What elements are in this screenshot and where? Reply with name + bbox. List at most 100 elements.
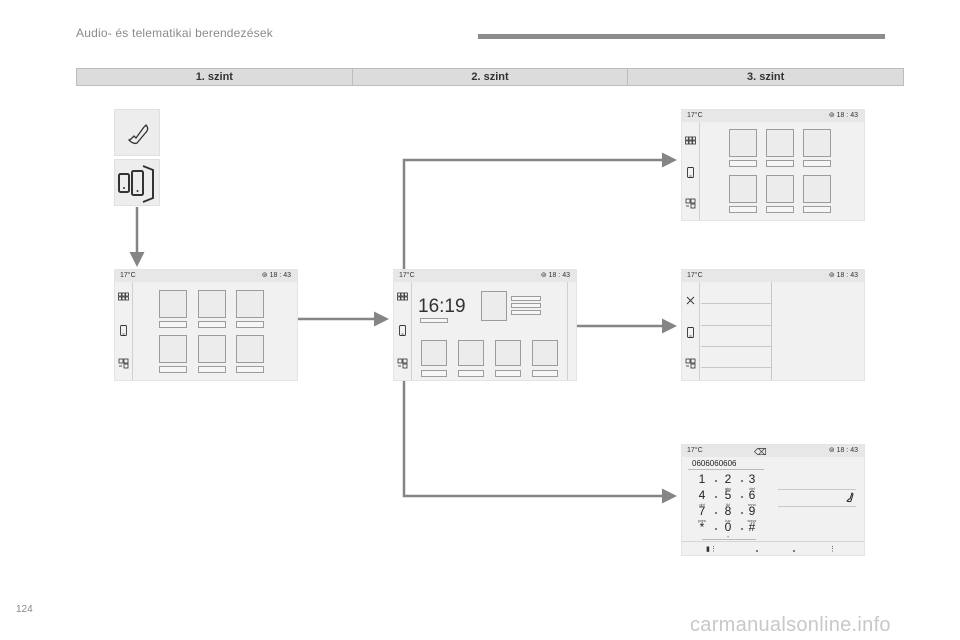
- tile[interactable]: [495, 340, 521, 366]
- sidebar: [115, 282, 133, 380]
- keypad-dot: [715, 480, 717, 482]
- keypad-key-9[interactable]: 9: [744, 504, 760, 518]
- sidebar: [682, 122, 700, 220]
- keypad-key-*[interactable]: *: [694, 520, 710, 534]
- tile[interactable]: [236, 335, 264, 363]
- widgets-icon[interactable]: [118, 358, 129, 369]
- keypad-key-5[interactable]: 5: [720, 488, 736, 502]
- widget-line: [511, 296, 541, 301]
- list-row[interactable]: [701, 367, 771, 368]
- clock-readout: ⊚ 18 : 43: [540, 272, 570, 279]
- tile-label: [803, 160, 831, 167]
- page-number: 124: [16, 604, 33, 615]
- apps-screen: 17°C ⊚ 18 : 43: [681, 109, 865, 221]
- widget-line: [511, 310, 541, 315]
- tile-label: [236, 321, 264, 328]
- keypad-key-1[interactable]: 1: [694, 472, 710, 486]
- temperature: 17°C: [687, 112, 703, 119]
- keypad-key-8[interactable]: 8: [720, 504, 736, 518]
- tile[interactable]: [236, 290, 264, 318]
- tile[interactable]: [159, 335, 187, 363]
- clock-readout: ⊚ 18 : 43: [828, 447, 858, 454]
- list-row[interactable]: [701, 325, 771, 326]
- keypad-dot: [741, 512, 743, 514]
- clock-widget: 16:19: [418, 296, 466, 317]
- apps-grid-icon[interactable]: [118, 292, 129, 303]
- backspace-icon[interactable]: ⌫: [754, 446, 767, 458]
- number-underline: [688, 469, 764, 470]
- smartphone-icon[interactable]: [685, 327, 696, 338]
- widgets-icon[interactable]: [685, 198, 696, 209]
- smartphone-icon[interactable]: [118, 325, 129, 336]
- close-icon[interactable]: [685, 295, 696, 306]
- list-row[interactable]: [701, 346, 771, 347]
- widget-line: [511, 303, 541, 308]
- tile[interactable]: [458, 340, 484, 366]
- clock-readout: ⊚ 18 : 43: [828, 272, 858, 279]
- keypad-key-3[interactable]: 3: [744, 472, 760, 486]
- tile-label: [458, 370, 484, 377]
- tile[interactable]: [421, 340, 447, 366]
- tile[interactable]: [198, 290, 226, 318]
- contact-row[interactable]: [778, 489, 856, 490]
- keypad-key-6[interactable]: 6: [744, 488, 760, 502]
- list-divider: [771, 282, 772, 380]
- tile[interactable]: [729, 129, 757, 157]
- divider: [567, 282, 568, 380]
- temperature: 17°C: [120, 272, 136, 279]
- keypad-key-7[interactable]: 7: [694, 504, 710, 518]
- tile-label: [159, 366, 187, 373]
- list-screen: 17°C ⊚ 18 : 43: [681, 269, 865, 381]
- widgets-icon[interactable]: [397, 358, 408, 369]
- temperature: 17°C: [687, 272, 703, 279]
- status-bar: 17°C ⊚ 18 : 43: [682, 110, 864, 122]
- tile[interactable]: [803, 129, 831, 157]
- tile-label: [495, 370, 521, 377]
- call-icon[interactable]: [845, 491, 855, 503]
- list-row[interactable]: [701, 303, 771, 304]
- clock-label: [420, 318, 448, 323]
- tile[interactable]: [803, 175, 831, 203]
- widget-tile[interactable]: [481, 291, 507, 321]
- clock-readout: ⊚ 18 : 43: [828, 112, 858, 119]
- widgets-icon[interactable]: [685, 358, 696, 369]
- apps-grid-icon[interactable]: [685, 136, 696, 147]
- tile-label: [159, 321, 187, 328]
- tile-label: [532, 370, 558, 377]
- tile[interactable]: [532, 340, 558, 366]
- keypad-key-0[interactable]: 0: [720, 520, 736, 534]
- bottom-divider: [682, 541, 864, 542]
- keypad-key-#[interactable]: #: [744, 520, 760, 534]
- sidebar: [682, 282, 700, 380]
- tile-label: [198, 366, 226, 373]
- keypad-dot: [715, 496, 717, 498]
- tile-label: [766, 206, 794, 213]
- dot: [793, 550, 795, 552]
- tile-label: [729, 206, 757, 213]
- tile-label: [803, 206, 831, 213]
- tile[interactable]: [766, 175, 794, 203]
- phone-battery-icon: ▮⋮: [706, 546, 717, 553]
- keypad-dot: [715, 528, 717, 530]
- home-clock-screen: 17°C ⊚ 18 : 43 16:19: [393, 269, 577, 381]
- home-grid-screen: 17°C ⊚ 18 : 43: [114, 269, 298, 381]
- sidebar: [394, 282, 412, 380]
- smartphone-icon[interactable]: [685, 167, 696, 178]
- temperature: 17°C: [399, 272, 415, 279]
- keypad-key-2[interactable]: 2: [720, 472, 736, 486]
- contact-row[interactable]: [778, 506, 856, 507]
- dot: [756, 550, 758, 552]
- more-icon[interactable]: ⋮: [829, 545, 836, 553]
- status-bar: 17°C ⊚ 18 : 43: [682, 270, 864, 282]
- tile[interactable]: [198, 335, 226, 363]
- tile[interactable]: [159, 290, 187, 318]
- tile-label: [729, 160, 757, 167]
- tile-label: [766, 160, 794, 167]
- tile-label: [198, 321, 226, 328]
- tile[interactable]: [766, 129, 794, 157]
- keypad-key-4[interactable]: 4: [694, 488, 710, 502]
- smartphone-icon[interactable]: [397, 325, 408, 336]
- apps-grid-icon[interactable]: [397, 292, 408, 303]
- tile[interactable]: [729, 175, 757, 203]
- tile-label: [236, 366, 264, 373]
